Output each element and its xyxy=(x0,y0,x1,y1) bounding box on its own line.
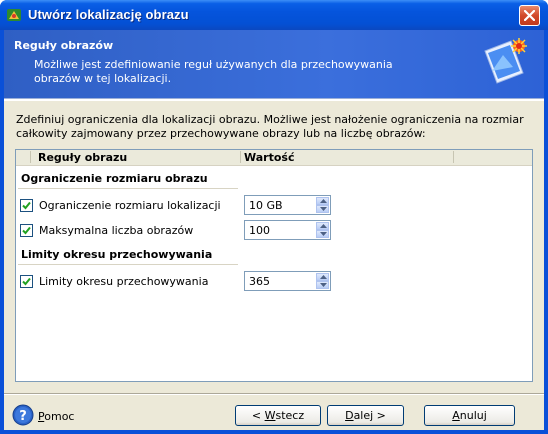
intro-text: Zdefiniuj ograniczenia dla lokalizacji o… xyxy=(16,113,524,140)
row-label: Limity okresu przechowywania xyxy=(39,275,209,288)
max-images-spinner[interactable]: 100 xyxy=(244,220,331,240)
arrow-down-icon xyxy=(320,283,327,287)
spin-up-button[interactable] xyxy=(316,197,329,205)
check-icon xyxy=(22,201,31,210)
close-button[interactable] xyxy=(519,5,540,26)
window-title: Utwórz lokalizację obrazu xyxy=(28,7,189,22)
check-icon xyxy=(22,277,31,286)
back-label-text: stecz xyxy=(275,409,305,422)
footer-divider xyxy=(4,393,544,395)
column-separator xyxy=(30,151,31,163)
group-divider xyxy=(18,188,238,189)
checkbox-location-size-limit[interactable] xyxy=(20,199,33,212)
next-label-text: alej > xyxy=(353,409,386,422)
back-prefix: < xyxy=(251,409,265,422)
help-link[interactable]: Pomoc xyxy=(38,410,74,423)
group-title-size: Ograniczenie rozmiaru obrazu xyxy=(21,172,208,185)
arrow-down-icon xyxy=(320,207,327,211)
group-title-retention: Limity okresu przechowywania xyxy=(21,248,213,261)
svg-text:?: ? xyxy=(19,409,27,424)
arrow-up-icon xyxy=(320,275,327,279)
checkbox-max-images[interactable] xyxy=(20,224,33,237)
app-icon xyxy=(7,9,21,21)
wizard-window: Utwórz lokalizację obrazu Reguły obrazów… xyxy=(0,0,548,434)
spinner-value[interactable]: 365 xyxy=(249,275,270,288)
wizard-header: Reguły obrazów Możliwe jest zdefiniowani… xyxy=(4,30,544,98)
header-title: Reguły obrazów xyxy=(14,39,114,52)
arrow-down-icon xyxy=(320,232,327,236)
location-size-spinner[interactable]: 10 GB xyxy=(244,195,331,215)
arrow-up-icon xyxy=(320,224,327,228)
table-header: Reguły obrazu Wartość xyxy=(16,150,532,166)
row-label: Ograniczenie rozmiaru lokalizacji xyxy=(39,199,221,212)
column-separator xyxy=(453,151,454,163)
wizard-image-icon xyxy=(484,38,527,84)
header-description: Możliwe jest zdefiniowanie reguł używany… xyxy=(34,58,393,85)
title-bar[interactable]: Utwórz lokalizację obrazu xyxy=(0,0,548,30)
next-button[interactable]: Dalej > xyxy=(327,405,404,426)
back-button[interactable]: < Wstecz xyxy=(235,405,321,426)
column-header-rule[interactable]: Reguły obrazu xyxy=(38,151,127,164)
cancel-button[interactable]: Anuluj xyxy=(424,405,515,426)
row-label: Maksymalna liczba obrazów xyxy=(39,224,194,237)
check-icon xyxy=(22,226,31,235)
spin-down-button[interactable] xyxy=(316,205,329,213)
arrow-up-icon xyxy=(320,199,327,203)
column-header-value[interactable]: Wartość xyxy=(244,151,294,164)
next-access-key: D xyxy=(345,409,354,422)
cancel-access-key: A xyxy=(452,409,460,422)
spinner-buttons xyxy=(316,273,329,289)
spinner-value[interactable]: 10 GB xyxy=(249,199,283,212)
spin-down-button[interactable] xyxy=(316,230,329,238)
column-separator xyxy=(240,151,241,163)
header-divider xyxy=(4,98,544,101)
spinner-buttons xyxy=(316,222,329,238)
help-label-text: omoc xyxy=(44,410,75,423)
back-access-key: W xyxy=(264,409,276,422)
spin-up-button[interactable] xyxy=(316,273,329,281)
cancel-label-text: nuluj xyxy=(459,409,487,422)
spinner-buttons xyxy=(316,197,329,213)
spinner-value[interactable]: 100 xyxy=(249,224,270,237)
spin-up-button[interactable] xyxy=(316,222,329,230)
spin-down-button[interactable] xyxy=(316,281,329,289)
rules-table: Reguły obrazu Wartość Ograniczenie rozmi… xyxy=(15,149,533,382)
dialog-body: Reguły obrazów Możliwe jest zdefiniowani… xyxy=(4,30,544,430)
help-icon[interactable]: ? xyxy=(12,404,34,426)
group-divider xyxy=(18,264,238,265)
retention-spinner[interactable]: 365 xyxy=(244,271,331,291)
close-icon xyxy=(524,10,535,21)
checkbox-retention-limit[interactable] xyxy=(20,275,33,288)
